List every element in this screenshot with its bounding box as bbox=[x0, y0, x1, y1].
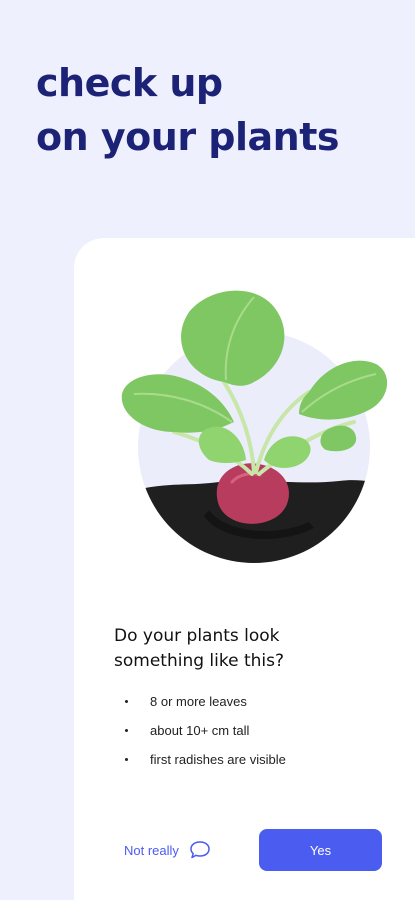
plant-question-line-2: something like this? bbox=[114, 651, 284, 671]
criteria-item: about 10+ cm tall bbox=[114, 720, 286, 749]
page-title-line-1: check up bbox=[36, 61, 223, 105]
criteria-item-text: 8 or more leaves bbox=[150, 694, 247, 709]
bullet-icon bbox=[125, 700, 128, 703]
radish-seedling-illustration bbox=[121, 290, 388, 563]
plant-check-card: Do your plants look something like this?… bbox=[74, 238, 415, 900]
plant-question-line-1: Do your plants look bbox=[114, 626, 280, 646]
not-really-button[interactable]: Not really bbox=[124, 838, 211, 862]
bullet-icon bbox=[125, 729, 128, 732]
yes-button[interactable]: Yes bbox=[259, 829, 382, 871]
criteria-item: first radishes are visible bbox=[114, 749, 286, 778]
bullet-icon bbox=[125, 758, 128, 761]
page-title-line-2: on your plants bbox=[36, 115, 340, 159]
criteria-item-text: first radishes are visible bbox=[150, 752, 286, 767]
page-title: check up on your plants bbox=[36, 56, 340, 164]
plant-question: Do your plants look something like this? bbox=[114, 624, 374, 674]
chat-bubble-icon bbox=[189, 840, 211, 860]
criteria-item: 8 or more leaves bbox=[114, 691, 286, 720]
not-really-label: Not really bbox=[124, 842, 179, 858]
yes-button-label: Yes bbox=[309, 842, 332, 858]
criteria-item-text: about 10+ cm tall bbox=[150, 723, 250, 738]
criteria-list: 8 or more leaves about 10+ cm tall first… bbox=[114, 691, 286, 778]
